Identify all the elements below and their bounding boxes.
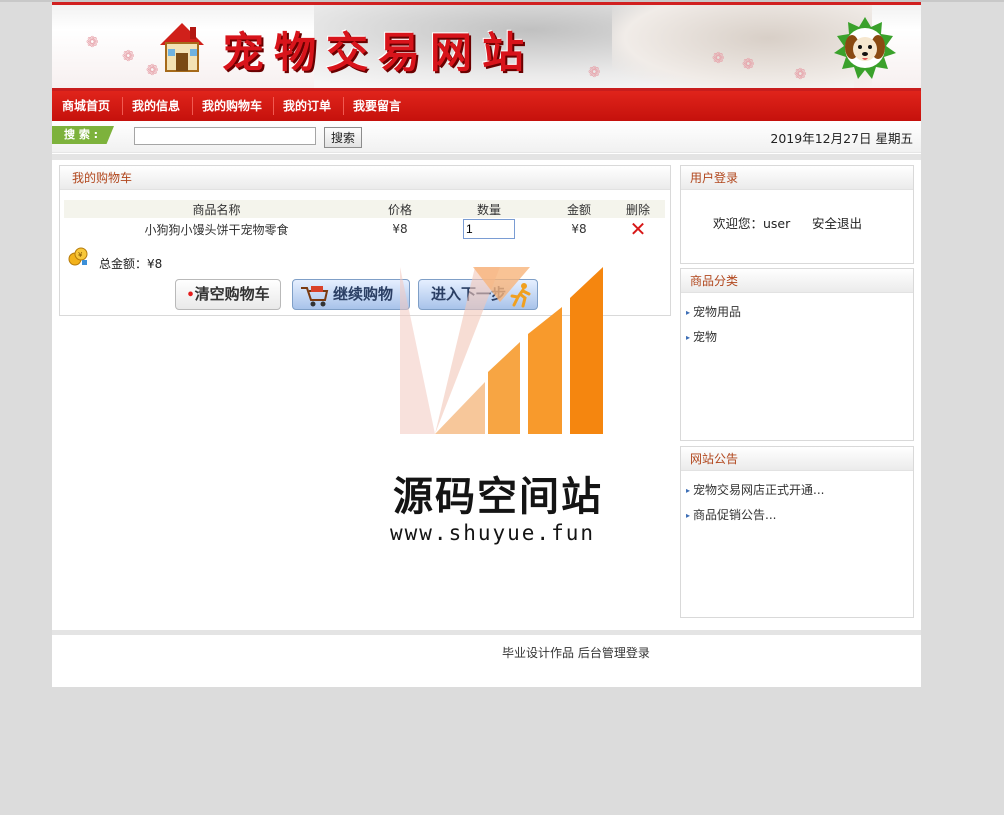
site-banner: ❁ ❁ ❁ ❁ ❁ ❁ ❁ 宠物交易网站 <box>52 2 921 91</box>
column-header-amount: 金额 <box>547 200 611 218</box>
table-row: 小狗狗小馒头饼干宠物零食 ¥8 ¥8 ✕ <box>64 218 665 240</box>
cart-panel-title: 我的购物车 <box>60 166 670 190</box>
paw-print-icon: ❁ <box>712 49 725 67</box>
product-amount: ¥8 <box>571 222 587 236</box>
notice-list: 宠物交易网店正式开通... 商品促销公告... <box>686 483 824 533</box>
footer-text: 毕业设计作品 <box>502 646 575 660</box>
paw-print-icon: ❁ <box>742 55 755 73</box>
search-label-tag: 搜 索 : <box>52 126 114 144</box>
watermark-title: 源码空间站 <box>393 474 603 520</box>
category-panel: 商品分类 宠物用品 宠物 <box>680 268 914 441</box>
category-item[interactable]: 宠物用品 <box>686 305 741 330</box>
paw-print-icon: ❁ <box>794 65 807 83</box>
coins-icon: ¥ <box>68 247 88 266</box>
cart-table: 商品名称 价格 数量 金额 删除 小狗狗小馒头饼干宠物零食 ¥8 ¥8 ✕ <box>64 200 665 240</box>
page-container: ❁ ❁ ❁ ❁ ❁ ❁ ❁ 宠物交易网站 商城首页 我的信息 我的购物车 我的订… <box>52 2 921 687</box>
next-step-button[interactable]: 进入下一步 <box>418 279 538 310</box>
column-header-quantity: 数量 <box>431 200 547 218</box>
house-logo-icon <box>160 23 204 72</box>
footer: 毕业设计作品 后台管理登录 <box>502 644 650 661</box>
running-person-icon <box>510 283 531 308</box>
logout-link[interactable]: 安全退出 <box>812 213 862 232</box>
nav-item-my-orders[interactable]: 我的订单 <box>273 91 341 121</box>
main-nav: 商城首页 我的信息 我的购物车 我的订单 我要留言 <box>52 91 921 121</box>
nav-item-my-info[interactable]: 我的信息 <box>122 91 190 121</box>
section-divider <box>52 154 921 160</box>
cart-panel: 我的购物车 商品名称 价格 数量 金额 删除 小狗狗小馒头饼干宠物零食 ¥8 1… <box>59 165 671 316</box>
paw-print-icon: ❁ <box>588 63 601 81</box>
next-step-label: 进入下一步 <box>431 285 507 303</box>
category-panel-title: 商品分类 <box>681 269 913 293</box>
current-date: 2019年12月27日 星期五 <box>770 131 913 146</box>
column-header-name: 商品名称 <box>64 200 369 218</box>
search-bar: 搜 索 : 搜索 2019年12月27日 星期五 <box>52 121 921 153</box>
dog-mascot-icon <box>834 17 896 79</box>
category-list: 宠物用品 宠物 <box>686 305 741 355</box>
clear-cart-button[interactable]: •清空购物车 <box>175 279 281 310</box>
login-panel-title: 用户登录 <box>681 166 913 190</box>
site-title: 宠物交易网站 <box>222 28 535 77</box>
quantity-input[interactable] <box>463 219 515 239</box>
bullet-icon: • <box>186 288 195 303</box>
nav-item-my-cart[interactable]: 我的购物车 <box>192 91 272 121</box>
banner-cat-photo-right <box>612 5 872 88</box>
delete-cell: ✕ <box>611 218 665 240</box>
login-panel: 用户登录 欢迎您：user 安全退出 <box>680 165 914 264</box>
notice-item[interactable]: 宠物交易网店正式开通... <box>686 483 824 508</box>
clear-cart-label: 清空购物车 <box>194 285 270 303</box>
delete-icon[interactable]: ✕ <box>630 217 647 241</box>
nav-item-home[interactable]: 商城首页 <box>52 91 120 121</box>
continue-shopping-label: 继续购物 <box>333 285 394 303</box>
shopping-cart-icon <box>301 286 329 307</box>
svg-text:¥: ¥ <box>78 251 83 259</box>
notice-panel-title: 网站公告 <box>681 447 913 471</box>
continue-shopping-button[interactable]: 继续购物 <box>292 279 410 310</box>
admin-login-link[interactable]: 后台管理登录 <box>578 646 650 660</box>
nav-item-leave-message[interactable]: 我要留言 <box>343 91 411 121</box>
paw-print-icon: ❁ <box>122 47 135 65</box>
notice-panel: 网站公告 宠物交易网店正式开通... 商品促销公告... <box>680 446 914 618</box>
column-header-delete: 删除 <box>611 200 665 218</box>
paw-print-icon: ❁ <box>86 33 99 51</box>
product-price: ¥8 <box>392 222 408 236</box>
cart-table-header: 商品名称 价格 数量 金额 删除 <box>64 200 665 218</box>
search-button[interactable]: 搜索 <box>324 127 362 148</box>
quantity-cell <box>431 218 547 240</box>
column-header-price: 价格 <box>369 200 431 218</box>
category-item[interactable]: 宠物 <box>686 330 741 355</box>
search-input[interactable] <box>134 127 316 145</box>
welcome-text: 欢迎您：user <box>713 216 791 231</box>
product-name: 小狗狗小馒头饼干宠物零食 <box>144 222 289 237</box>
notice-item[interactable]: 商品促销公告... <box>686 508 824 533</box>
cart-total: 总金额：¥8 <box>99 257 163 271</box>
watermark-url: www.shuyue.fun <box>390 521 596 545</box>
footer-divider <box>52 630 921 635</box>
